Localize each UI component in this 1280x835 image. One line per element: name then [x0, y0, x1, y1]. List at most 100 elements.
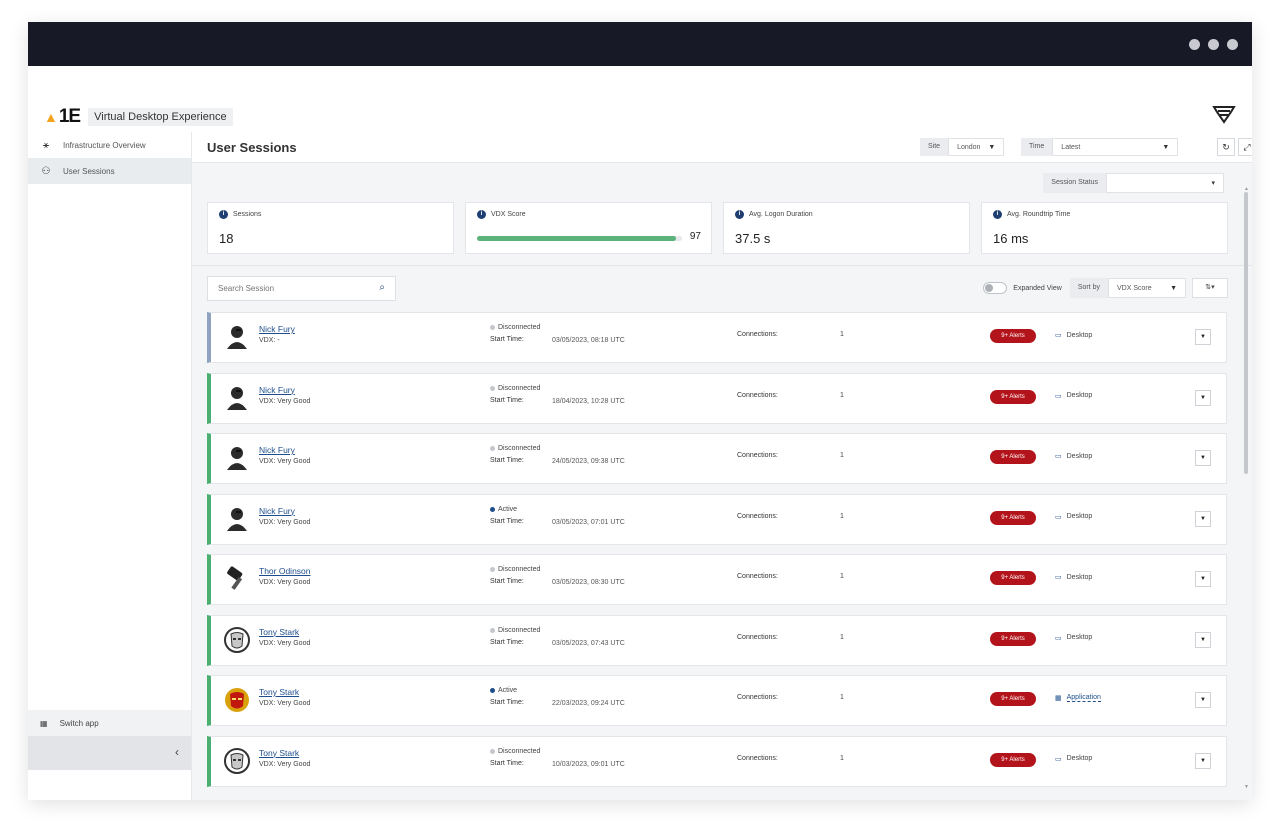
- sort-order-icon: ⇅▾: [1205, 284, 1215, 291]
- vdx-score-fill: [477, 236, 676, 241]
- kpi-vdx-score: i VDX Score 97: [465, 202, 712, 254]
- user-name-link[interactable]: Nick Fury: [259, 324, 295, 334]
- dot-icon: [1227, 39, 1238, 50]
- window-titlebar: [28, 22, 1252, 66]
- search-icon[interactable]: ⌕: [379, 282, 385, 293]
- session-row[interactable]: Nick Fury VDX: Very Good Active Start Time:…: [207, 493, 1227, 545]
- user-name-link[interactable]: Tony Stark: [259, 627, 299, 637]
- avatar: [224, 626, 250, 654]
- refresh-button[interactable]: ↻: [1217, 138, 1235, 156]
- application-icon: ▦: [1055, 695, 1062, 702]
- session-row[interactable]: Thor Odinson VDX: Very Good Disconnected St…: [207, 554, 1227, 605]
- switch-app-button[interactable]: ▦ Switch app: [28, 710, 191, 736]
- alerts-badge[interactable]: 9+ Alerts: [990, 450, 1036, 464]
- session-row[interactable]: Nick Fury VDX: Very Good Disconnected Start…: [207, 372, 1227, 424]
- info-icon[interactable]: i: [477, 210, 486, 219]
- user-name-link[interactable]: Tony Stark: [259, 687, 299, 697]
- expand-row-button[interactable]: ▼: [1195, 752, 1211, 769]
- expanded-view-label: Expanded View: [1013, 284, 1062, 292]
- caret-down-icon: ▼: [1200, 697, 1206, 703]
- session-type: ▭ Desktop: [1055, 573, 1092, 582]
- alerts-badge[interactable]: 9+ Alerts: [990, 510, 1036, 525]
- caret-down-icon: ▼: [1200, 636, 1206, 643]
- monitor-icon: ▭: [1055, 392, 1062, 400]
- sidebar-item-infrastructure-overview[interactable]: ⚹ Infrastructure Overview: [28, 132, 191, 158]
- time-dropdown[interactable]: Latest ▼: [1052, 138, 1179, 156]
- session-row[interactable]: Tony Stark VDX: Very Good Disconnected Star…: [207, 735, 1227, 787]
- site-value: London: [957, 144, 981, 151]
- user-name-link[interactable]: Thor Odinson: [259, 566, 311, 576]
- info-icon[interactable]: i: [735, 210, 744, 219]
- kpi-value: 97: [689, 231, 701, 242]
- expand-row-button[interactable]: ▼: [1195, 571, 1211, 587]
- sort-by-selector[interactable]: Sort by VDX Score ▼: [1069, 278, 1186, 298]
- user-name-link[interactable]: Nick Fury: [259, 385, 295, 395]
- collapse-sidebar-button[interactable]: ‹: [28, 736, 191, 770]
- connections-label: Connections:: [737, 391, 778, 399]
- expand-row-button[interactable]: ▼: [1195, 389, 1211, 406]
- session-status: Active: [490, 506, 517, 513]
- site-dropdown[interactable]: London ▼: [948, 138, 1005, 156]
- search-input[interactable]: [208, 277, 358, 300]
- session-status: Active: [490, 687, 517, 694]
- session-type: ▭ Desktop: [1055, 392, 1092, 400]
- scroll-down-icon[interactable]: ▼: [1244, 784, 1249, 790]
- kpi-value: 16 ms: [993, 231, 1029, 246]
- session-status-dropdown[interactable]: ▾: [1106, 173, 1224, 193]
- page-title: User Sessions: [207, 140, 297, 155]
- user-name-link[interactable]: Nick Fury: [259, 445, 295, 455]
- main-content: User Sessions Site London ▼ Time Latest …: [192, 132, 1252, 800]
- session-row[interactable]: Nick Fury VDX: Very Good Disconnected Start…: [207, 433, 1227, 484]
- caret-down-icon: ▼: [1200, 576, 1206, 582]
- expand-row-button[interactable]: ▼: [1195, 450, 1211, 466]
- user-name-link[interactable]: Nick Fury: [259, 506, 295, 516]
- alerts-badge[interactable]: 9+ Alerts: [990, 692, 1036, 706]
- info-icon[interactable]: i: [993, 210, 1002, 219]
- sort-order-button[interactable]: ⇅▾: [1192, 278, 1228, 298]
- session-type-label: Desktop: [1066, 755, 1093, 762]
- session-row[interactable]: Nick Fury VDX: - Disconnected Start Time: 03…: [207, 312, 1227, 363]
- expand-row-button[interactable]: ▼: [1195, 329, 1211, 345]
- sidebar-item-user-sessions[interactable]: ⚇ User Sessions: [28, 158, 191, 184]
- vdx-rating: VDX: -: [259, 337, 280, 344]
- avatar: [224, 505, 250, 533]
- info-icon[interactable]: i: [219, 210, 228, 219]
- session-list: Nick Fury VDX: - Disconnected Start Time: 03…: [207, 312, 1227, 796]
- session-type: ▭ Desktop: [1055, 331, 1092, 340]
- caret-down-icon: ▾: [1211, 180, 1215, 187]
- status-text: Disconnected: [498, 384, 541, 392]
- alerts-badge[interactable]: 9+ Alerts: [990, 752, 1036, 767]
- time-value: Latest: [1061, 144, 1081, 151]
- status-dot-icon: [490, 446, 495, 451]
- caret-down-icon: ▼: [1162, 144, 1170, 151]
- shield-logo-icon[interactable]: [1212, 104, 1236, 124]
- scrollbar[interactable]: [1244, 192, 1248, 474]
- vdx-rating: VDX: Very Good: [259, 397, 311, 405]
- alerts-badge[interactable]: 9+ Alerts: [990, 329, 1036, 343]
- app-logo[interactable]: ▲ 1E Virtual Desktop Experience: [44, 106, 233, 128]
- session-row[interactable]: Tony Stark VDX: Very Good Active Start Time…: [207, 675, 1227, 726]
- time-selector[interactable]: Time Latest ▼: [1021, 138, 1179, 156]
- switch-app-label: Switch app: [59, 718, 99, 728]
- kpi-label: Sessions: [233, 211, 262, 218]
- session-type: ▭ Desktop: [1055, 452, 1092, 461]
- expand-row-button[interactable]: ▼: [1195, 692, 1211, 708]
- session-row[interactable]: Tony Stark VDX: Very Good Disconnected Star…: [207, 614, 1227, 666]
- alerts-badge[interactable]: 9+ Alerts: [990, 389, 1036, 404]
- expand-row-button[interactable]: ▼: [1195, 510, 1211, 527]
- session-type-label[interactable]: Application: [1066, 694, 1101, 702]
- status-text: Active: [498, 687, 518, 694]
- alerts-badge[interactable]: 9+ Alerts: [990, 631, 1036, 646]
- expand-row-button[interactable]: ▼: [1195, 631, 1211, 648]
- connections-value: 1: [840, 452, 844, 459]
- session-status-filter[interactable]: Session Status ▾: [1043, 173, 1224, 193]
- alerts-badge[interactable]: 9+ Alerts: [990, 571, 1036, 585]
- window-menu-dots[interactable]: [1189, 39, 1238, 50]
- status-dot-icon: [490, 688, 495, 693]
- fullscreen-button[interactable]: ⤢: [1238, 138, 1252, 156]
- expanded-view-toggle[interactable]: [983, 282, 1008, 294]
- kpi-value: 18: [219, 231, 234, 246]
- sort-by-dropdown[interactable]: VDX Score ▼: [1108, 278, 1186, 298]
- user-name-link[interactable]: Tony Stark: [259, 748, 299, 758]
- site-selector[interactable]: Site London ▼: [920, 138, 1005, 156]
